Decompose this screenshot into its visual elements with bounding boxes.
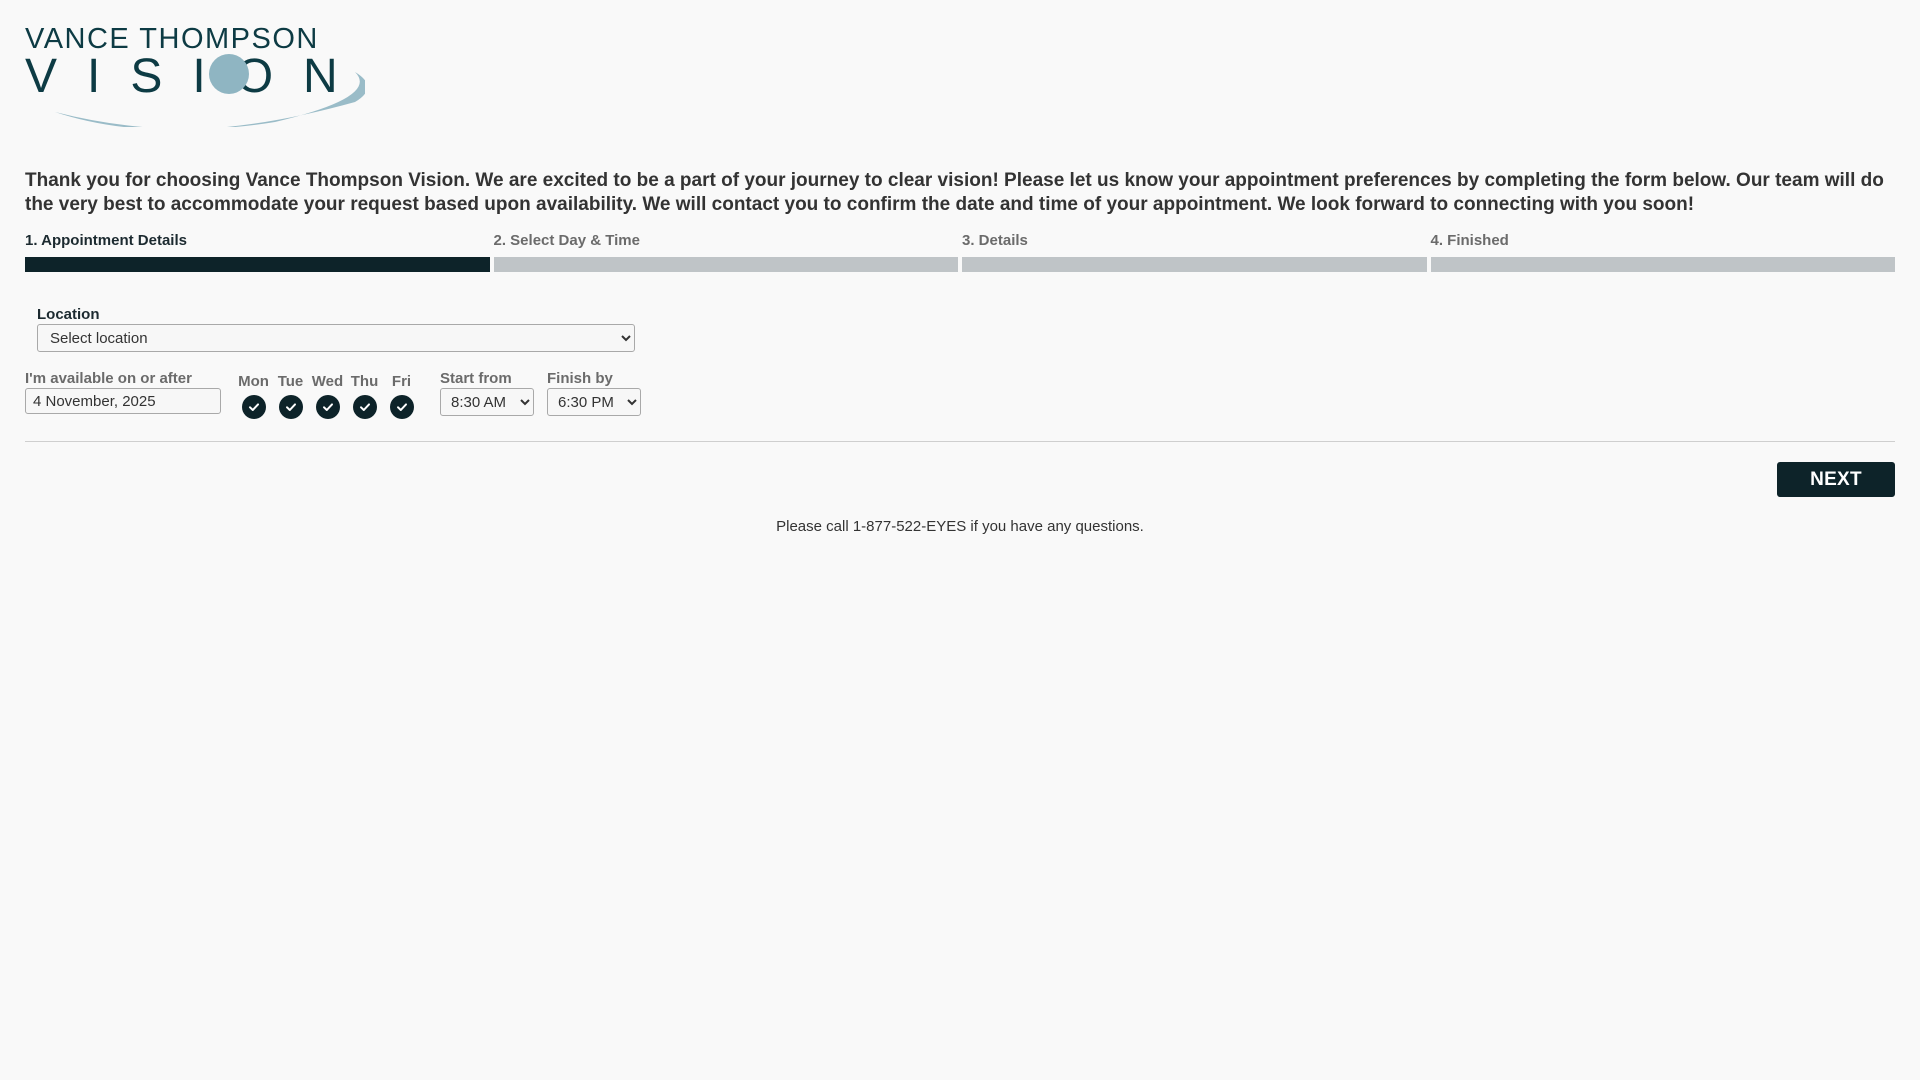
- start-time-label: Start from: [440, 370, 512, 387]
- progress-steps: 1. Appointment Details 2. Select Day & T…: [25, 231, 1895, 272]
- finish-time-label: Finish by: [547, 370, 613, 387]
- day-tue-toggle[interactable]: [278, 395, 303, 419]
- day-tue: Tue: [272, 374, 309, 419]
- check-icon: [285, 403, 296, 411]
- check-icon: [322, 403, 333, 411]
- step-bar: [25, 257, 490, 272]
- finish-time-group: Finish by 6:30 PM: [547, 371, 641, 416]
- day-thu-toggle[interactable]: [352, 395, 377, 419]
- check-icon: [396, 403, 407, 411]
- form-divider: [25, 441, 1895, 442]
- help-phone-note: Please call 1-877-522-EYES if you have a…: [776, 518, 1144, 535]
- start-time-group: Start from 8:30 AM: [440, 371, 534, 416]
- finish-time-select[interactable]: 6:30 PM: [547, 388, 641, 416]
- day-fri-toggle[interactable]: [389, 395, 414, 419]
- available-date-input[interactable]: [25, 388, 221, 414]
- day-wed: Wed: [309, 374, 346, 419]
- appointment-page: VANCE THOMPSON VISION Thank you for choo…: [0, 0, 1920, 1080]
- location-label: Location: [37, 306, 100, 323]
- step-label: 3. Details: [962, 232, 1028, 249]
- available-date-group: I'm available on or after: [25, 371, 221, 414]
- check-icon: [248, 403, 259, 411]
- availability-row: I'm available on or after Mon Tue Wed: [25, 371, 641, 419]
- start-time-select[interactable]: 8:30 AM: [440, 388, 534, 416]
- step-bar: [962, 257, 1427, 272]
- next-button[interactable]: NEXT: [1777, 462, 1895, 497]
- day-mon: Mon: [235, 374, 272, 419]
- step-bar: [493, 257, 958, 272]
- vance-thompson-vision-logo: VANCE THOMPSON VISION: [25, 22, 365, 127]
- location-field-group: Location Select location: [37, 307, 635, 352]
- day-label: Wed: [311, 373, 344, 390]
- location-select[interactable]: Select location: [37, 324, 635, 352]
- day-wed-toggle[interactable]: [315, 395, 340, 419]
- available-date-label: I'm available on or after: [25, 370, 192, 387]
- day-label: Fri: [391, 373, 412, 390]
- step-label: 4. Finished: [1430, 232, 1509, 249]
- intro-message: Thank you for choosing Vance Thompson Vi…: [25, 170, 1884, 215]
- day-thu: Thu: [346, 374, 383, 419]
- step-label: 1. Appointment Details: [25, 232, 187, 249]
- step-details: 3. Details: [962, 231, 1427, 272]
- day-label: Tue: [277, 373, 304, 390]
- step-bar: [1430, 257, 1895, 272]
- logo-line2: VISION: [25, 50, 365, 103]
- day-mon-toggle[interactable]: [241, 395, 266, 419]
- step-finished: 4. Finished: [1430, 231, 1895, 272]
- day-label: Mon: [238, 373, 269, 390]
- check-icon: [359, 403, 370, 411]
- step-label: 2. Select Day & Time: [493, 232, 640, 249]
- weekday-selector: Mon Tue Wed Thu Fri: [235, 374, 420, 419]
- step-appointment-details: 1. Appointment Details: [25, 231, 490, 272]
- step-select-day-time: 2. Select Day & Time: [493, 231, 958, 272]
- day-label: Thu: [350, 373, 379, 390]
- day-fri: Fri: [383, 374, 420, 419]
